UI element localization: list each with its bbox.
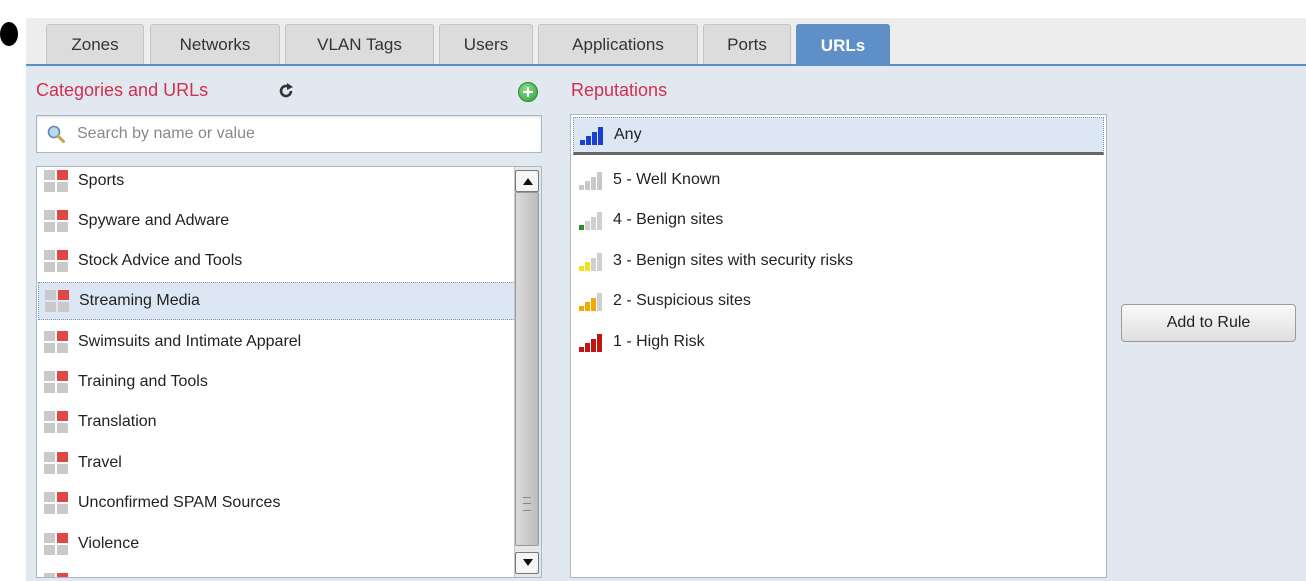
tab-users[interactable]: Users: [439, 24, 533, 64]
list-item-label: Violence: [78, 535, 140, 552]
category-icon: [44, 170, 68, 192]
category-icon: [44, 371, 68, 393]
reputation-bars-icon: [579, 334, 602, 352]
add-to-rule-button[interactable]: Add to Rule: [1121, 304, 1296, 342]
list-item[interactable]: Travel: [38, 444, 516, 482]
category-list: Sports Spyware and Adware Stock Advice a…: [36, 166, 542, 578]
reputation-label: 5 - Well Known: [613, 171, 721, 188]
window-corner-dot: [0, 22, 18, 46]
reputation-bars-icon: [579, 212, 602, 230]
list-item[interactable]: Spyware and Adware: [38, 202, 516, 240]
reputation-label: 1 - High Risk: [613, 333, 705, 350]
reputation-label: Any: [614, 126, 642, 143]
search-box[interactable]: [36, 115, 542, 153]
reputation-item-high-risk[interactable]: 1 - High Risk: [573, 323, 1104, 361]
list-item-label: Streaming Media: [79, 292, 200, 309]
reputation-list: Any 5 - Well Known 4 - Benign sites 3 - …: [570, 114, 1107, 578]
arrow-up-icon: [523, 178, 533, 185]
tab-vlan-tags[interactable]: VLAN Tags: [285, 24, 434, 64]
reputation-bars-icon: [579, 253, 602, 271]
list-item[interactable]: Stock Advice and Tools: [38, 242, 516, 280]
list-item-label: Translation: [78, 413, 157, 430]
reputation-item-benign-risks[interactable]: 3 - Benign sites with security risks: [573, 242, 1104, 280]
category-icon: [44, 492, 68, 514]
search-icon: [47, 125, 65, 143]
categories-title: Categories and URLs: [36, 80, 209, 100]
reputation-label: 2 - Suspicious sites: [613, 292, 751, 309]
category-icon: [45, 290, 69, 312]
arrow-down-icon: [523, 559, 533, 566]
add-circle-icon[interactable]: [518, 82, 538, 102]
list-item[interactable]: Training and Tools: [38, 363, 516, 401]
list-item[interactable]: Violence: [38, 525, 516, 563]
category-icon: [44, 210, 68, 232]
reputation-item-well-known[interactable]: 5 - Well Known: [573, 161, 1104, 199]
tab-zones[interactable]: Zones: [46, 24, 144, 64]
category-icon: [44, 452, 68, 474]
category-icon: [44, 250, 68, 272]
list-item[interactable]: Translation: [38, 403, 516, 441]
scroll-grip-icon: [523, 497, 531, 511]
list-item-label: Travel: [78, 454, 122, 471]
tab-urls[interactable]: URLs: [796, 24, 890, 66]
reputation-item-any[interactable]: Any: [573, 117, 1104, 155]
list-item[interactable]: Unconfirmed SPAM Sources: [38, 484, 516, 522]
category-icon: [44, 411, 68, 433]
reputation-label: 3 - Benign sites with security risks: [613, 252, 854, 269]
reputation-item-suspicious[interactable]: 2 - Suspicious sites: [573, 282, 1104, 320]
tab-ports[interactable]: Ports: [703, 24, 791, 64]
reputation-bars-icon: [579, 293, 602, 311]
list-item-label: Swimsuits and Intimate Apparel: [78, 333, 302, 350]
reputations-title: Reputations: [571, 80, 668, 100]
refresh-icon[interactable]: [276, 81, 296, 101]
tab-networks[interactable]: Networks: [150, 24, 280, 64]
scroll-up-button[interactable]: [515, 170, 539, 192]
reputation-item-benign[interactable]: 4 - Benign sites: [573, 201, 1104, 239]
reputation-bars-icon: [579, 172, 602, 190]
list-item-label: Stock Advice and Tools: [78, 252, 243, 269]
list-item-label: Unconfirmed SPAM Sources: [78, 494, 281, 511]
search-input[interactable]: [77, 121, 527, 147]
reputation-bars-icon: [580, 127, 603, 145]
list-item-label: Training and Tools: [78, 373, 208, 390]
list-item[interactable]: Swimsuits and Intimate Apparel: [38, 323, 516, 361]
list-item-partial: [38, 565, 516, 577]
category-icon: [44, 533, 68, 555]
category-icon: [44, 331, 68, 353]
reputation-label: 4 - Benign sites: [613, 211, 724, 228]
category-icon: [44, 573, 68, 577]
list-item[interactable]: Sports: [38, 167, 516, 200]
list-item-selected[interactable]: Streaming Media: [38, 282, 516, 320]
list-item-label: Sports: [78, 172, 125, 189]
list-item-label: Spyware and Adware: [78, 212, 230, 229]
scrollbar-thumb[interactable]: [515, 192, 539, 546]
tab-applications[interactable]: Applications: [538, 24, 698, 64]
scroll-down-button[interactable]: [515, 552, 539, 574]
